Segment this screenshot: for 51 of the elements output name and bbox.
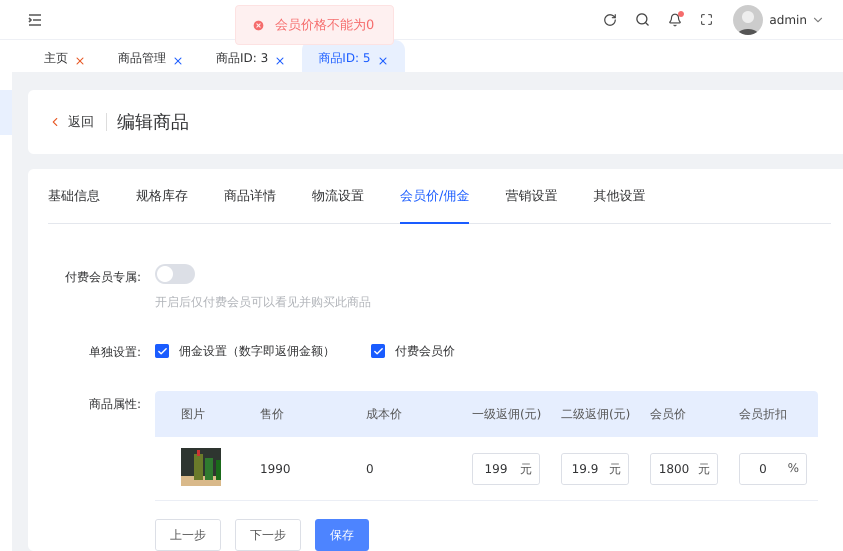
form-tab[interactable]: 物流设置 <box>312 187 364 224</box>
fullscreen-icon[interactable] <box>700 13 714 26</box>
page-tab[interactable]: 商品管理 <box>102 40 200 72</box>
hint-text: 开启后仅付费会员可以看见并购买此商品 <box>155 294 372 311</box>
page-tab[interactable]: 商品ID: 3 <box>200 40 302 72</box>
checkbox[interactable] <box>371 344 385 358</box>
step-button[interactable]: 下一步 <box>235 519 301 551</box>
field-label: 单独设置: <box>88 344 142 361</box>
bell-icon[interactable] <box>668 12 682 26</box>
form-tab[interactable]: 商品详情 <box>224 187 276 224</box>
close-icon[interactable] <box>274 55 286 67</box>
form-tab[interactable]: 规格库存 <box>136 187 188 224</box>
unit-label: 元 <box>698 460 710 478</box>
table-cell-text: 0 <box>365 462 375 476</box>
form-tab[interactable]: 其他设置 <box>593 187 646 224</box>
checkbox-option[interactable]: 佣金设置（数字即返佣金额） <box>155 341 335 361</box>
column-header: 二级返佣(元) <box>560 406 632 422</box>
search-icon[interactable] <box>635 12 650 27</box>
field-label: 付费会员专属: <box>64 269 142 286</box>
table-cell-text: 1990 <box>259 462 292 476</box>
close-icon[interactable] <box>74 55 86 67</box>
check-icon <box>156 346 168 356</box>
column-header: 会员折扣 <box>738 406 788 422</box>
column-header: 图片 <box>180 406 206 422</box>
checkbox-option[interactable]: 付费会员价 <box>371 341 455 361</box>
close-icon[interactable] <box>376 55 389 67</box>
error-icon <box>252 18 265 32</box>
page-title: 编辑商品 <box>117 111 189 134</box>
refresh-icon[interactable] <box>603 12 618 26</box>
toggle-switch[interactable] <box>155 264 195 284</box>
close-icon[interactable] <box>172 55 184 67</box>
unit-label: 元 <box>609 460 621 478</box>
page-tab[interactable]: 主页 <box>28 40 102 72</box>
column-header: 会员价 <box>649 406 687 422</box>
unit-label: % <box>788 460 799 474</box>
form-tab[interactable]: 基础信息 <box>48 187 100 224</box>
field-label: 商品属性: <box>88 396 142 413</box>
user-name[interactable]: admin <box>769 12 807 26</box>
column-header: 一级返佣(元) <box>471 406 542 422</box>
avatar[interactable] <box>733 4 764 34</box>
unit-label: 元 <box>520 460 532 478</box>
form-tab[interactable]: 营销设置 <box>505 187 558 224</box>
form-tab[interactable]: 会员价/佣金 <box>400 187 470 224</box>
column-header: 成本价 <box>365 406 403 422</box>
checkbox[interactable] <box>155 344 169 358</box>
step-button[interactable]: 上一步 <box>155 519 221 551</box>
column-header: 售价 <box>259 406 285 422</box>
check-icon <box>372 346 384 356</box>
menu-icon[interactable] <box>28 14 42 26</box>
toast-message: 会员价格不能为0 <box>275 17 374 34</box>
back-link[interactable]: 返回 <box>48 113 107 131</box>
